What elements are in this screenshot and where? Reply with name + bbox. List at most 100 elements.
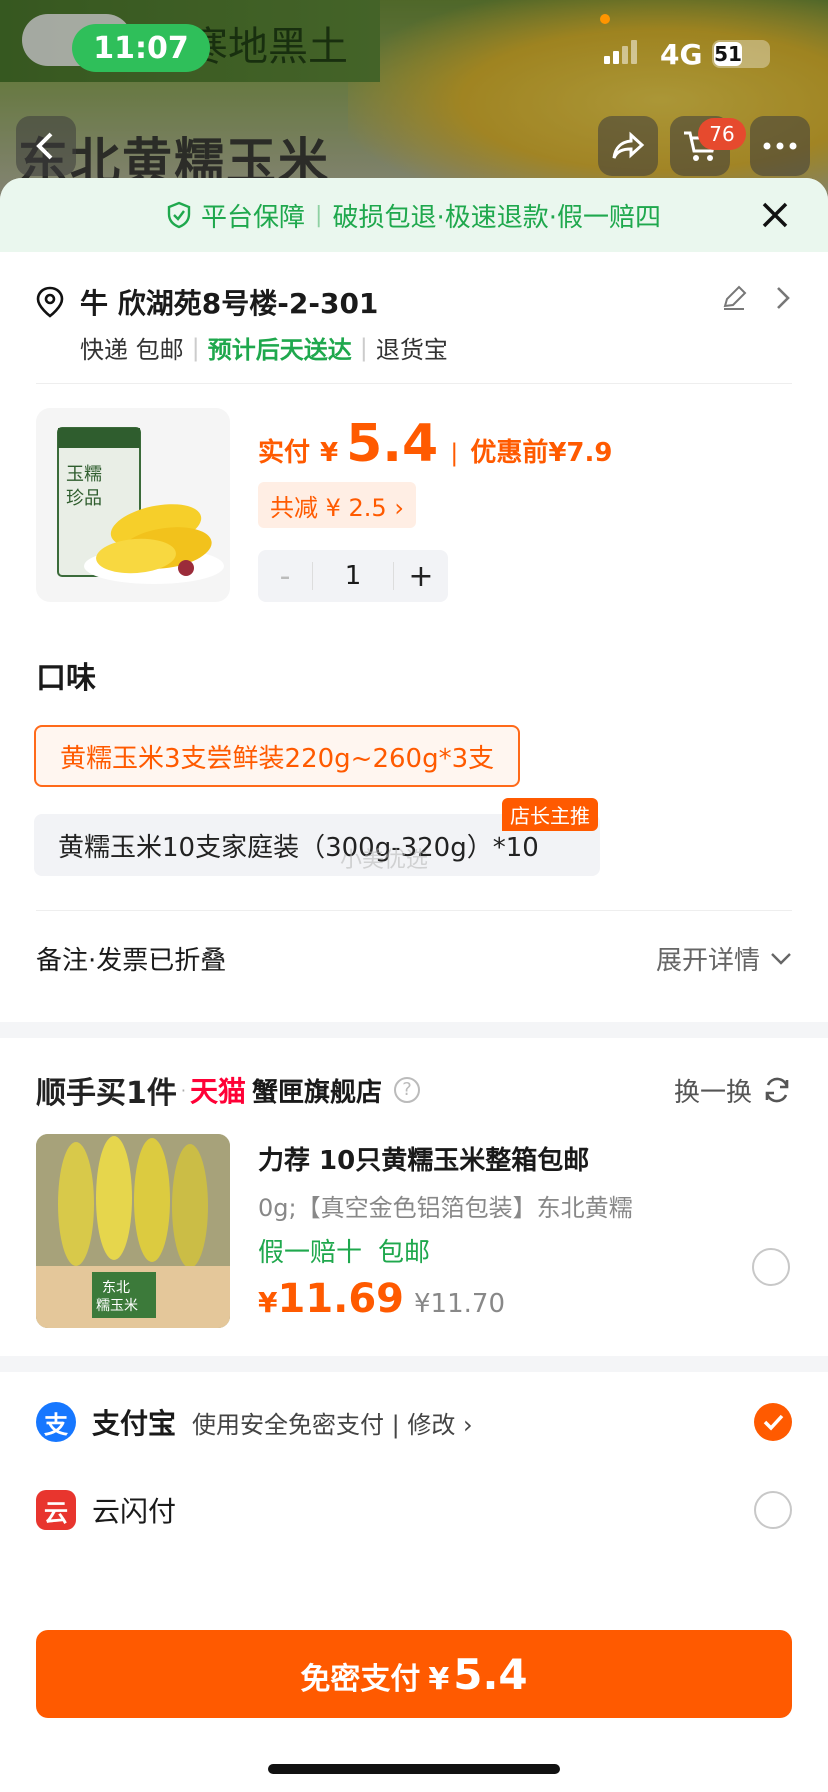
refresh-icon (765, 1077, 789, 1103)
pay-button[interactable]: 免密支付 ¥ 5.4 (36, 1630, 792, 1718)
alipay-icon: 支 (36, 1402, 76, 1442)
flavor-option-10-pack[interactable]: 黄糯玉米10支家庭装（300g-320g）*10 店长主推 (34, 798, 600, 876)
product-summary: 玉糯 珍品 实付 ¥ 5.4 | 优惠前 ¥7.9 共减 ¥ 2.5 › - 1… (36, 384, 792, 634)
status-time: 11:07 (72, 24, 210, 72)
chevron-left-icon (36, 132, 53, 160)
share-button[interactable] (598, 116, 658, 176)
checkout-sheet: 平台保障 | 破损包退·极速退款·假一赔四 牛 欣湖苑8号楼-2-301 快递 … (0, 178, 828, 1792)
store-name: 蟹匣旗舰店 (251, 1077, 382, 1108)
original-price-label: 优惠前 (470, 438, 549, 468)
shipping-address[interactable]: 牛 欣湖苑8号楼-2-301 快递 包邮 | 预计后天送达 | 退货宝 (36, 252, 792, 384)
pay-button-label: 免密支付 (300, 1662, 421, 1697)
network-type: 4G (660, 38, 703, 71)
delivery-info: 快递 包邮 | 预计后天送达 | 退货宝 (80, 330, 448, 365)
platform-guarantee-banner: 平台保障 | 破损包退·极速退款·假一赔四 (0, 178, 828, 252)
flavor-option-3-pack[interactable]: 黄糯玉米3支尝鲜装220g~260g*3支 (34, 725, 521, 787)
add-on-name: 力荐 10只黄糯玉米整箱包邮 (258, 1146, 590, 1176)
add-on-select-radio[interactable] (752, 1248, 790, 1286)
divider: | (450, 439, 459, 467)
shield-check-icon (167, 201, 191, 229)
add-on-thumbnail: 东北 糯玉米 (36, 1134, 230, 1328)
svg-text:玉糯: 玉糯 (66, 464, 102, 485)
separator-dot: · (180, 1080, 186, 1100)
cart-count-badge: 76 (698, 118, 746, 150)
flavor-heading: 口味 (36, 661, 96, 696)
swap-label: 换一换 (673, 1077, 752, 1108)
payment-method-unionpay[interactable]: 云 云闪付 (36, 1472, 792, 1548)
tmall-logo: 天猫 (189, 1075, 246, 1108)
add-on-original-price: ¥11.70 (414, 1289, 505, 1319)
home-indicator (268, 1764, 560, 1774)
box-label-1: 东北 (102, 1280, 130, 1296)
battery-icon: 51 (712, 40, 770, 68)
guarantee-text: 破损包退·极速退款·假一赔四 (332, 202, 661, 233)
add-on-price-value: 11.69 (277, 1276, 405, 1322)
svg-text:珍品: 珍品 (66, 488, 102, 509)
product-thumbnail: 玉糯 珍品 (36, 408, 230, 602)
back-button[interactable] (16, 116, 76, 176)
chevron-right-icon[interactable] (774, 284, 792, 312)
unionpay-icon: 云 (36, 1490, 76, 1530)
corn-box-image: 东北 糯玉米 (36, 1134, 230, 1328)
actual-price: 5.4 (346, 414, 439, 474)
check-icon (763, 1414, 784, 1431)
tag-fake-compensation: 假一赔十 (258, 1238, 363, 1268)
expand-details[interactable]: 展开详情 (656, 940, 792, 977)
unionpay-radio[interactable] (754, 1491, 792, 1529)
pay-label: 实付 (258, 438, 311, 468)
privacy-indicator (600, 14, 610, 24)
divider: | (359, 333, 368, 362)
more-button[interactable] (750, 116, 810, 176)
signal-icon (604, 40, 637, 64)
divider: | (191, 333, 200, 362)
add-on-tags: 假一赔十 包邮 (258, 1232, 430, 1269)
add-on-description: 0g;【真空金色铝箔包装】东北黄糯 (258, 1194, 633, 1222)
section-divider (0, 1022, 828, 1038)
price-row: 实付 ¥ 5.4 | 优惠前 ¥7.9 (258, 414, 613, 474)
box-label-2: 糯玉米 (96, 1298, 138, 1314)
currency-symbol: ¥ (320, 438, 339, 468)
currency-symbol: ¥ (258, 1286, 278, 1319)
location-pin-icon (36, 286, 64, 318)
chevron-down-icon (771, 952, 791, 965)
increase-button[interactable]: + (394, 559, 448, 594)
watermark: 小美优选 (340, 848, 429, 873)
flavor-option-label: 黄糯玉米10支家庭装（300g-320g）*10 (58, 832, 539, 863)
original-price: ¥7.9 (548, 438, 613, 468)
guarantee-separator: | (315, 202, 323, 228)
expand-label: 展开详情 (655, 946, 760, 976)
alipay-selected-radio[interactable] (754, 1403, 792, 1441)
close-icon[interactable] (756, 196, 794, 234)
add-on-price: ¥ 11.69 ¥11.70 (258, 1276, 505, 1322)
help-icon[interactable]: ? (394, 1077, 420, 1103)
more-icon (763, 142, 797, 150)
payment-name: 云闪付 (92, 1495, 177, 1528)
add-on-title: 顺手买1件 (36, 1076, 177, 1111)
recommend-tag: 店长主推 (502, 798, 598, 831)
tag-free-shipping: 包邮 (378, 1238, 431, 1268)
pay-button-currency: ¥ (428, 1662, 450, 1697)
discount-badge[interactable]: 共减 ¥ 2.5 › (258, 482, 416, 528)
add-on-product[interactable]: 东北 糯玉米 力荐 10只黄糯玉米整箱包邮 0g;【真空金色铝箔包装】东北黄糯 … (36, 1134, 792, 1330)
share-icon (612, 131, 645, 159)
payment-name: 支付宝 (92, 1407, 177, 1440)
shipping-method: 快递 包邮 (80, 336, 184, 364)
guarantee-label: 平台保障 (201, 202, 306, 233)
status-bar: 11:07 4G 51 (0, 0, 828, 90)
quantity-value[interactable]: 1 (312, 562, 394, 590)
payment-subtext[interactable]: 使用安全免密支付 | 修改 › (192, 1405, 473, 1440)
remark-label: 备注·发票已折叠 (36, 946, 227, 976)
address-line: 牛 欣湖苑8号楼-2-301 (80, 287, 379, 320)
decrease-button[interactable]: - (258, 559, 312, 594)
swap-button[interactable]: 换一换 (674, 1072, 792, 1109)
quantity-stepper: - 1 + (258, 550, 448, 602)
add-on-header: 顺手买1件 · 天猫 蟹匣旗舰店 ? 换一换 (36, 1066, 792, 1114)
pay-button-amount: 5.4 (453, 1650, 528, 1699)
return-service: 退货宝 (375, 336, 448, 364)
payment-method-alipay[interactable]: 支 支付宝 使用安全免密支付 | 修改 › (36, 1384, 792, 1460)
delivery-estimate: 预计后天送达 (207, 336, 352, 364)
edit-icon[interactable] (720, 284, 748, 312)
section-divider (0, 1356, 828, 1372)
corn-package-image: 玉糯 珍品 (57, 427, 224, 584)
remark-invoice-row[interactable]: 备注·发票已折叠 展开详情 (36, 910, 792, 1006)
